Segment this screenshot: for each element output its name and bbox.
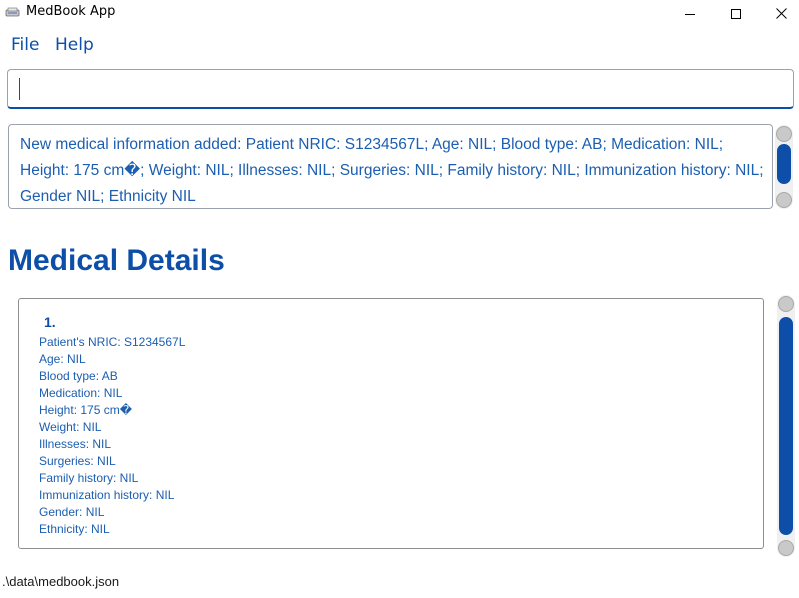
app-logo-icon: [5, 7, 20, 17]
scroll-down-icon[interactable]: [776, 192, 792, 208]
scrollbar-thumb[interactable]: [777, 144, 791, 184]
field-surgeries: Surgeries: NIL: [39, 454, 116, 468]
medical-record-list: 1. Patient's NRIC: S1234567L Age: NIL Bl…: [18, 298, 764, 549]
field-ethnicity: Ethnicity: NIL: [39, 522, 110, 536]
maximize-button[interactable]: [713, 0, 759, 27]
record-index: 1.: [44, 314, 56, 330]
menu-file[interactable]: File: [11, 35, 39, 55]
field-height: Height: 175 cm�: [39, 403, 133, 417]
field-weight: Weight: NIL: [39, 420, 102, 434]
close-icon: [775, 8, 787, 19]
title-bar: MedBook App: [0, 0, 799, 27]
result-display: New medical information added: Patient N…: [8, 124, 773, 209]
close-button[interactable]: [758, 0, 799, 27]
field-blood-type: Blood type: AB: [39, 369, 118, 383]
field-immunization-history: Immunization history: NIL: [39, 488, 175, 502]
status-bar-file-path: .\data\medbook.json: [2, 574, 120, 589]
scroll-up-icon[interactable]: [778, 296, 794, 312]
scroll-down-icon[interactable]: [778, 540, 794, 556]
window-title: MedBook App: [26, 4, 116, 19]
text-caret: [19, 78, 20, 100]
field-family-history: Family history: NIL: [39, 471, 139, 485]
scrollbar-thumb[interactable]: [779, 317, 793, 535]
menu-help[interactable]: Help: [55, 35, 94, 55]
scroll-up-icon[interactable]: [776, 126, 792, 142]
field-illnesses: Illnesses: NIL: [39, 437, 112, 451]
menu-bar: File Help: [0, 30, 799, 62]
minimize-button[interactable]: [667, 0, 713, 27]
section-title: Medical Details: [8, 244, 225, 277]
command-input[interactable]: [7, 69, 794, 109]
result-message: New medical information added: Patient N…: [20, 136, 764, 205]
minimize-icon: [685, 13, 695, 15]
field-gender: Gender: NIL: [39, 505, 105, 519]
list-scrollbar[interactable]: [777, 295, 795, 557]
field-nric: Patient's NRIC: S1234567L: [39, 335, 186, 349]
field-age: Age: NIL: [39, 352, 86, 366]
result-scrollbar[interactable]: [775, 125, 793, 209]
maximize-icon: [731, 8, 741, 19]
field-medication: Medication: NIL: [39, 386, 123, 400]
